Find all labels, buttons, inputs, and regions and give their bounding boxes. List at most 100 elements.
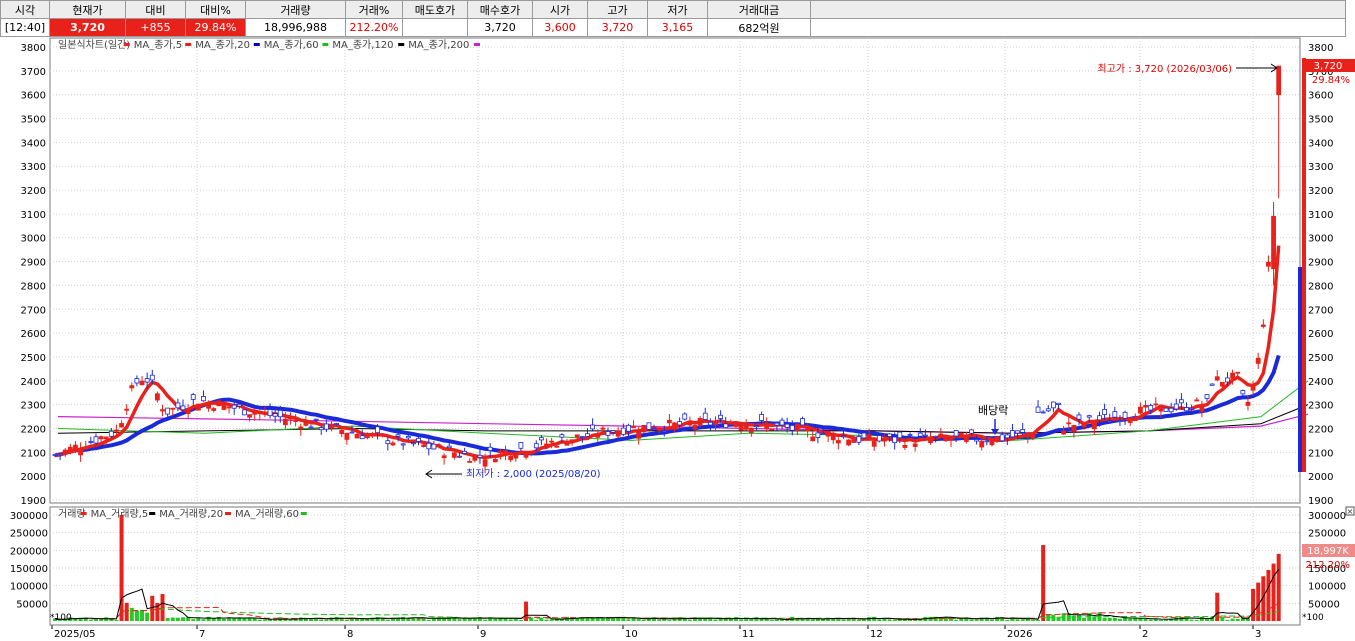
low-annotation: 최저가 : 2,000 (2025/08/20) — [466, 468, 601, 480]
candle-body — [851, 439, 857, 443]
volume-bar — [774, 619, 779, 621]
candle-body — [62, 449, 68, 452]
candle-body — [492, 458, 498, 463]
legend-swatch — [253, 43, 260, 46]
candle-body — [579, 436, 585, 438]
candle-body — [641, 424, 647, 433]
candle-body — [503, 450, 508, 456]
candle-body — [928, 438, 933, 444]
volume-bar — [544, 619, 549, 621]
volume-bar — [324, 619, 329, 621]
candle-body — [718, 414, 723, 419]
volume-tick-label: 250000 — [10, 529, 48, 540]
candle-body — [405, 436, 411, 439]
volume-bar — [273, 619, 278, 621]
price-tick-label: 1900 — [1308, 496, 1333, 507]
legend-label: MA_거래량,5 — [91, 508, 149, 520]
candle-body — [810, 436, 816, 442]
candle-body — [206, 401, 212, 409]
candle-body — [1122, 411, 1128, 419]
price-tick-label: 2200 — [21, 424, 46, 435]
candle-body — [1199, 404, 1205, 412]
volume-bar — [124, 602, 129, 621]
volume-bar — [288, 619, 293, 621]
volume-bar — [1138, 618, 1143, 621]
candle-body — [282, 418, 288, 426]
candle-body — [651, 428, 657, 431]
candle-body — [73, 444, 78, 451]
quote-open: 3,600 — [532, 18, 588, 37]
volume-tick-label: 100000 — [10, 582, 48, 593]
candle-body — [626, 424, 631, 432]
candle-body — [559, 434, 565, 438]
candle-body — [539, 437, 544, 441]
x-tick-label: 2 — [1142, 629, 1148, 640]
candle-body — [1056, 402, 1061, 405]
legend-label: MA_종가,5 — [134, 39, 182, 51]
candle-body — [380, 434, 386, 437]
candle-body — [846, 439, 851, 446]
candle-body — [789, 425, 795, 431]
volume-tick-label: 50000 — [16, 599, 48, 610]
candle-body — [1163, 407, 1169, 412]
candle-body — [446, 445, 452, 449]
legend-label: MA_종가,20 — [195, 39, 250, 51]
price-tick-label: 3500 — [1308, 115, 1333, 126]
volume-bar — [687, 619, 692, 621]
volume-bar — [1148, 619, 1153, 621]
candle-body — [242, 409, 247, 416]
price-tick-label: 3600 — [1308, 91, 1333, 102]
candle-body — [175, 402, 181, 409]
stock-chart[interactable]: 3800 3700 3600 3500 3400 3300 3200 3100 3000 2900… — [0, 37, 1355, 641]
candle-body — [528, 450, 534, 454]
candle-body — [57, 453, 63, 456]
candle-body — [574, 434, 580, 438]
candle-body — [1245, 401, 1251, 406]
price-tick-label: 3700 — [21, 67, 46, 78]
quote-table: 시각 현재가 대비 대비% 거래량 거래% 매도호가 매수호가 시가 고가 저가… — [0, 0, 1346, 37]
volume-bar — [1051, 614, 1056, 621]
candle-body — [667, 419, 672, 424]
volume-bar — [785, 619, 790, 621]
volume-bar — [457, 619, 462, 621]
volume-bar — [93, 619, 98, 621]
candle-body — [774, 422, 780, 426]
price-tick-label: 2400 — [21, 377, 46, 388]
candle-body — [1184, 407, 1189, 412]
candle-body — [170, 407, 176, 410]
volume-unit-label-right: *100 — [1302, 613, 1324, 623]
candle-body — [236, 403, 242, 407]
candle-body — [498, 450, 503, 454]
change-pct-tag: 29.84% — [1312, 75, 1350, 86]
candle-body — [784, 423, 790, 428]
volume-bar — [769, 619, 774, 621]
candle-body — [1061, 430, 1067, 435]
volume-tick-label: 100000 — [1308, 582, 1346, 593]
high-annotation: 최고가 : 3,720 (2026/03/06) — [1097, 63, 1232, 75]
candle-body — [1051, 401, 1056, 409]
candle-body — [707, 421, 713, 426]
candle-body — [1004, 434, 1010, 439]
candle-body — [1066, 422, 1072, 425]
quote-time: [12:40] — [0, 18, 50, 37]
legend-label: MA_거래량,60 — [235, 508, 299, 520]
quote-amount: 682억원 — [707, 18, 811, 37]
volume-bar — [283, 619, 288, 621]
candle-body — [687, 421, 693, 426]
candle-body — [523, 452, 529, 458]
volume-bar — [1225, 619, 1230, 621]
candle-body — [144, 378, 150, 383]
price-tick-label: 3600 — [21, 91, 46, 102]
quote-low: 3,165 — [647, 18, 708, 37]
candle-body — [67, 446, 73, 454]
candle-body — [1025, 432, 1031, 438]
price-tick-label: 2500 — [1308, 353, 1333, 364]
quote-header: 대비% — [185, 0, 246, 19]
volume-bar — [892, 619, 897, 621]
volume-bar — [411, 618, 416, 621]
quote-change: +855 — [125, 18, 186, 37]
candle-body — [805, 427, 811, 432]
close-icon[interactable]: × — [1347, 507, 1354, 516]
candle-body — [472, 454, 478, 461]
volume-bar — [1005, 619, 1010, 621]
